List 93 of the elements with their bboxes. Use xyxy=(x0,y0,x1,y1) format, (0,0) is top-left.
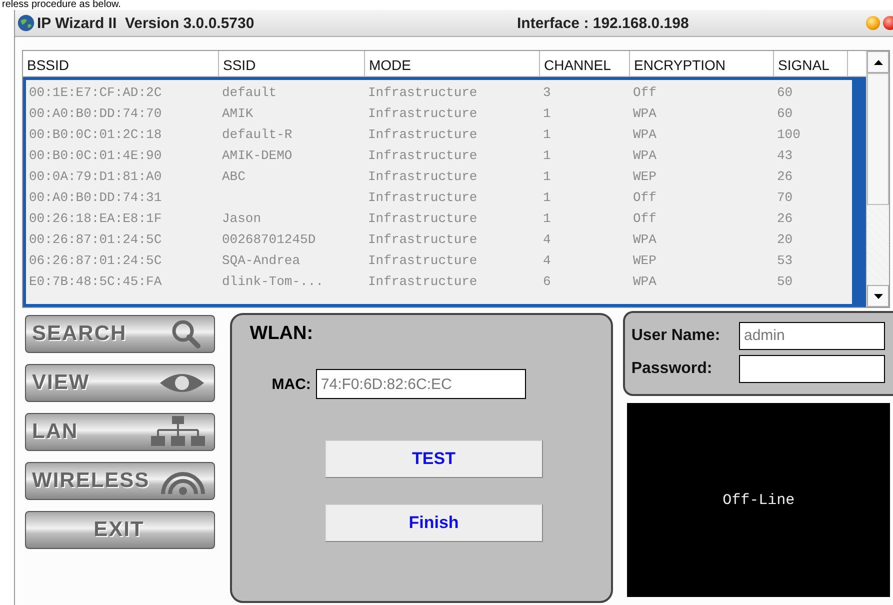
panel-title: WLAN: xyxy=(250,323,314,345)
scrollbar[interactable] xyxy=(866,51,889,307)
scroll-down-button[interactable] xyxy=(867,285,889,307)
table-cell: 00:0A:79:D1:81:A0 xyxy=(29,169,162,184)
table-cell: SQA-Andrea xyxy=(222,253,300,268)
table-cell: 00:26:87:01:24:5C xyxy=(29,232,162,247)
eye-icon xyxy=(158,371,206,395)
table-cell: 00:A0:B0:DD:74:70 xyxy=(29,106,162,121)
globe-icon xyxy=(17,14,35,32)
table-cell: E0:7B:48:5C:45:FA xyxy=(29,274,162,289)
table-cell: Infrastructure xyxy=(368,274,478,289)
table-cell: 60 xyxy=(777,85,793,100)
down-arrow-icon xyxy=(874,294,882,298)
table-cell: WPA xyxy=(633,274,656,289)
column-header[interactable]: CHANNEL xyxy=(540,51,630,76)
caption-text: reless procedure as below. xyxy=(1,0,122,10)
nav-button[interactable]: LAN xyxy=(25,413,215,451)
table-cell: 1 xyxy=(543,127,551,142)
table-cell: Infrastructure xyxy=(368,253,478,268)
nav-button[interactable]: EXIT xyxy=(25,511,215,549)
table-cell: 00:1E:E7:CF:AD:2C xyxy=(29,85,162,100)
close-button[interactable] xyxy=(883,16,893,30)
table-cell: Infrastructure xyxy=(368,169,478,184)
table-cell: WPA xyxy=(633,148,656,163)
table-cell: 00268701245D xyxy=(222,232,316,247)
status-text: Off-Line xyxy=(722,492,795,508)
table-cell: 6 xyxy=(543,274,551,289)
table-cell: 00:B0:0C:01:2C:18 xyxy=(29,127,162,142)
field-label: MAC: xyxy=(272,376,311,392)
table-cell: 1 xyxy=(543,190,551,205)
table-cell: Infrastructure xyxy=(368,211,478,226)
table-cell: ABC xyxy=(222,169,246,184)
table-cell: 50 xyxy=(777,274,793,289)
table-cell: Off xyxy=(633,211,656,226)
column-header[interactable]: SSID xyxy=(219,51,365,76)
table-cell: default xyxy=(222,85,277,100)
column-header[interactable]: BSSID xyxy=(23,51,219,76)
table-cell: 06:26:87:01:24:5C xyxy=(29,253,162,268)
table-cell: Infrastructure xyxy=(368,148,478,163)
table-cell: Off xyxy=(633,190,656,205)
table-cell: 00:26:18:EA:E8:1F xyxy=(29,211,162,226)
table-cell: default-R xyxy=(222,127,292,142)
table-cell: 26 xyxy=(777,169,793,184)
table-cell: 70 xyxy=(777,190,793,205)
table-cell: Infrastructure xyxy=(368,127,478,142)
action-button[interactable]: TEST xyxy=(324,440,543,478)
mac-field[interactable]: 74:F0:6D:82:6C:EC xyxy=(316,369,526,399)
scroll-thumb[interactable] xyxy=(867,73,889,205)
table-cell: 4 xyxy=(543,232,551,247)
interface-address: Interface : 192.168.0.198 xyxy=(517,14,690,32)
table-cell: WEP xyxy=(633,253,656,268)
table-cell: dlink-Tom-... xyxy=(222,274,324,289)
table-cell: AMIK xyxy=(222,106,254,121)
field-label: Password: xyxy=(631,360,712,378)
column-header[interactable]: ENCRYPTION xyxy=(630,51,774,76)
table-cell: WEP xyxy=(633,169,656,184)
table-cell: 20 xyxy=(777,232,793,247)
table-cell: 1 xyxy=(543,169,551,184)
scroll-up-button[interactable] xyxy=(867,51,889,73)
username-field[interactable]: admin xyxy=(739,322,885,350)
column-header[interactable]: SIGNAL xyxy=(774,51,848,76)
table-cell: 60 xyxy=(777,106,793,121)
nav-button[interactable]: WIRELESS xyxy=(25,462,215,500)
table-cell: 1 xyxy=(543,211,551,226)
table-cell: Infrastructure xyxy=(368,232,478,247)
table-cell: Infrastructure xyxy=(368,106,478,121)
table-cell: Infrastructure xyxy=(368,85,478,100)
nav-button[interactable]: VIEW xyxy=(25,364,215,402)
table-cell: 1 xyxy=(543,106,551,121)
table-cell: 4 xyxy=(543,253,551,268)
table-cell: Jason xyxy=(222,211,262,226)
up-arrow-icon xyxy=(874,60,882,64)
table-cell: 26 xyxy=(777,211,793,226)
column-header[interactable]: MODE xyxy=(365,51,540,76)
table-cell: WPA xyxy=(633,232,656,247)
window-title: IP Wizard II Version 3.0.0.5730 xyxy=(37,14,256,32)
table-cell: Infrastructure xyxy=(368,190,478,205)
nav-button[interactable]: SEARCH xyxy=(25,315,215,353)
table-cell: 3 xyxy=(543,85,551,100)
table-cell: 00:A0:B0:DD:74:31 xyxy=(29,190,162,205)
table-cell: AMIK-DEMO xyxy=(222,148,292,163)
action-button[interactable]: Finish xyxy=(324,504,543,542)
table-cell: 43 xyxy=(777,148,793,163)
field-label: User Name: xyxy=(631,327,720,345)
table-cell: 1 xyxy=(543,148,551,163)
table-cell: WPA xyxy=(633,127,656,142)
table-cell: 53 xyxy=(777,253,793,268)
password-field[interactable] xyxy=(739,355,885,383)
table-cell: Off xyxy=(633,85,656,100)
table-cell: 100 xyxy=(777,127,800,142)
table-cell: 00:B0:0C:01:4E:90 xyxy=(29,148,162,163)
table-cell: WPA xyxy=(633,106,656,121)
network-icon xyxy=(150,416,206,448)
